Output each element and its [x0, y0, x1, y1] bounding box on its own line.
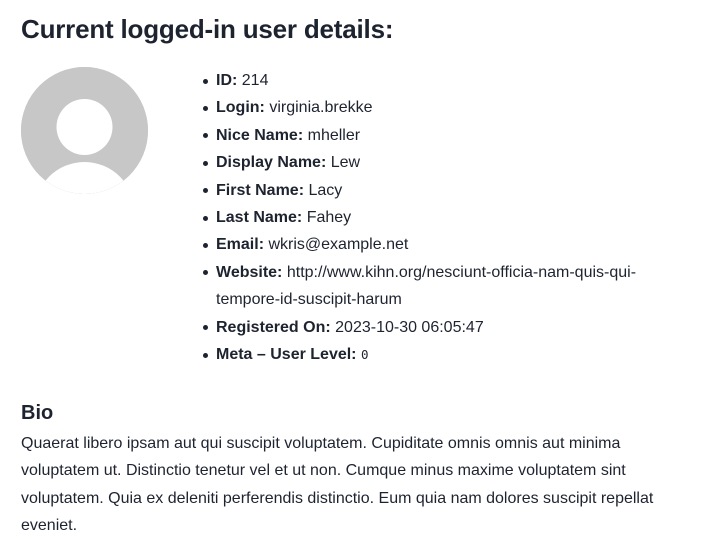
- detail-label: Meta – User Level:: [216, 346, 357, 364]
- detail-nice-name: Nice Name: mheller: [203, 122, 688, 149]
- detail-id: ID: 214: [203, 67, 688, 94]
- detail-value: 2023-10-30 06:05:47: [335, 318, 484, 336]
- detail-display-name: Display Name: Lew: [203, 149, 688, 176]
- detail-label: First Name:: [216, 181, 305, 199]
- detail-label: Nice Name:: [216, 126, 304, 144]
- detail-value: Fahey: [306, 209, 352, 227]
- detail-first-name: First Name: Lacy: [203, 177, 688, 204]
- detail-label: Email:: [216, 236, 265, 254]
- detail-label: Last Name:: [216, 209, 303, 227]
- detail-label: Display Name:: [216, 154, 327, 172]
- detail-value: Lew: [330, 154, 361, 172]
- detail-value: 0: [360, 347, 369, 363]
- detail-value: 214: [241, 72, 269, 89]
- detail-value: virginia.brekke: [269, 99, 373, 117]
- detail-last-name: Last Name: Fahey: [203, 204, 688, 231]
- bio-text: Quaerat libero ipsam aut qui suscipit vo…: [21, 435, 654, 535]
- detail-value: wkris@example.net: [268, 236, 409, 254]
- detail-label: Website:: [216, 263, 283, 281]
- bio-heading: Bio: [21, 402, 54, 424]
- detail-website: Website: http://www.kihn.org/nesciunt-of…: [203, 259, 688, 314]
- user-details-list: ID: 214 Login: virginia.brekke Nice Name…: [203, 67, 688, 368]
- detail-login: Login: virginia.brekke: [203, 94, 688, 121]
- detail-email: Email: wkris@example.net: [203, 231, 688, 258]
- avatar: [21, 67, 148, 194]
- detail-label: ID:: [216, 72, 238, 89]
- detail-value: Lacy: [308, 181, 343, 199]
- page-title: Current logged-in user details:: [21, 14, 394, 44]
- detail-user-level: Meta – User Level: 0: [203, 341, 688, 368]
- detail-registered-on: Registered On: 2023-10-30 06:05:47: [203, 314, 688, 341]
- default-user-avatar-icon: [21, 67, 148, 194]
- detail-label: Registered On:: [216, 318, 331, 336]
- detail-value: mheller: [307, 126, 361, 144]
- detail-label: Login:: [216, 99, 265, 117]
